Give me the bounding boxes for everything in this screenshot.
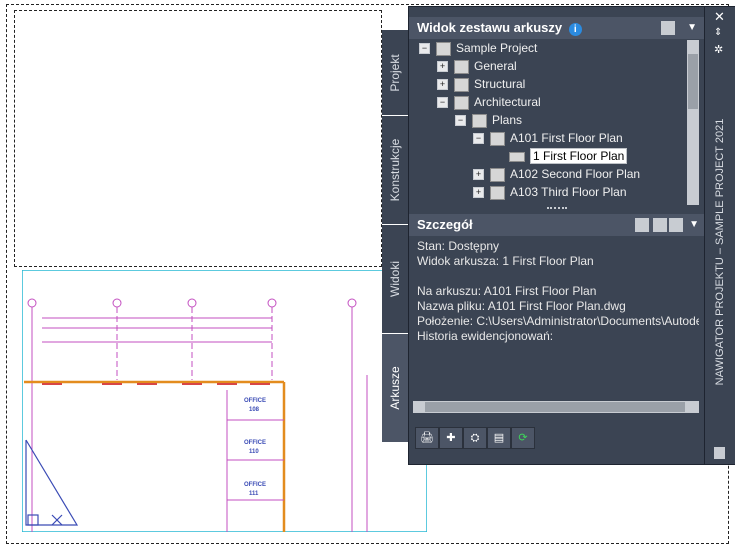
tree-node-sample-project[interactable]: − Sample Project [419,40,537,57]
preview-icon[interactable] [635,218,649,232]
auto-hide-icon[interactable]: ⇕ [714,27,722,38]
office-number-3: 111 [249,491,259,497]
subset-icon [472,113,487,128]
tab-widoki[interactable]: Widoki [382,225,408,333]
sheet-icon [490,167,505,182]
tree-node-structural[interactable]: + Structural [437,76,525,93]
details-on-sheet: Na arkuszu: A101 First Floor Plan [417,284,597,298]
sheet-set-view-header: Widok zestawu arkuszy i ▼ [409,17,705,39]
details-header: Szczegół ▼ [409,214,705,236]
tree-node-plans[interactable]: − Plans [455,112,522,129]
office-label-3: OFFICE [244,482,266,488]
palette-title-strip: ✕ ⇕ ✲ NAWIGATOR PROJEKTU – SAMPLE PROJEC… [704,6,735,465]
expand-icon[interactable]: + [473,169,484,181]
project-navigator-palette: Widok zestawu arkuszy i ▼ − Sample Projec… [408,6,706,465]
tree-scrollbar[interactable] [687,40,699,205]
tree-scrollbar-thumb[interactable] [688,54,698,109]
sheet-icon [490,131,505,146]
dropdown-arrow-icon[interactable]: ▼ [689,214,699,236]
collapse-icon[interactable]: − [437,97,448,109]
publish-button[interactable]: 🖨 [415,427,439,449]
subset-icon [454,77,469,92]
tab-arkusze[interactable]: Arkusze [382,334,408,442]
info-icon[interactable]: i [568,23,582,36]
splitter-handle[interactable] [547,207,567,213]
dropdown-arrow-icon[interactable]: ▼ [687,17,697,39]
tree-node-first-floor-view[interactable]: 1 First Floor Plan [509,148,628,165]
view-icon [509,151,525,162]
zoom-icon[interactable] [669,218,683,232]
new-sheet-button[interactable]: ✚ [439,427,463,449]
sheet-set-icon [436,41,451,56]
subset-icon [454,95,469,110]
expand-icon[interactable]: + [437,61,448,73]
properties-icon[interactable]: ✲ [714,43,723,56]
tree-node-architectural[interactable]: − Architectural [437,94,541,111]
sheet-tools-button[interactable]: ⛭ [463,427,487,449]
details-icon[interactable] [653,218,667,232]
expand-icon[interactable]: + [437,79,448,91]
sheet-inner-border [14,10,382,267]
details-history: Historia ewidencjonowań: [417,329,554,343]
refresh-button[interactable]: ⟳ [511,427,535,449]
vertical-title: NAWIGATOR PROJEKTU – SAMPLE PROJECT 2021 [714,118,726,386]
sheet-set-manager-icon[interactable] [714,447,725,459]
sheet-list-button[interactable]: ▤ [487,427,511,449]
details-title: Szczegół [417,217,473,232]
tree-node-a103[interactable]: + A103 Third Floor Plan [473,184,627,201]
sheet-set-tools-icon[interactable] [661,21,675,35]
details-status: Stan: Dostępny [417,239,500,253]
details-file-name: Nazwa pliku: A101 First Floor Plan.dwg [417,299,626,313]
collapse-icon[interactable]: − [455,115,466,127]
office-number-1: 108 [249,407,260,413]
collapse-icon[interactable]: − [473,133,484,145]
h-scrollbar-thumb[interactable] [425,402,685,412]
tree-node-a101[interactable]: − A101 First Floor Plan [473,130,623,147]
sheet-set-view-title: Widok zestawu arkuszy [417,20,563,35]
expand-icon[interactable]: + [473,187,484,199]
tab-projekt[interactable]: Projekt [382,30,408,115]
tree-node-general[interactable]: + General [437,58,517,75]
close-icon[interactable]: ✕ [714,9,725,25]
subset-icon [454,59,469,74]
floor-plan-viewport[interactable]: OFFICE 108 OFFICE 110 OFFICE 111 [22,270,427,532]
sheet-icon [490,185,505,200]
office-label-2: OFFICE [244,440,266,446]
viewport-frame [22,270,427,532]
sheet-tree[interactable]: − Sample Project + General + Structural − Ar… [413,40,685,205]
details-h-scrollbar[interactable] [413,401,699,413]
collapse-icon[interactable]: − [419,43,430,55]
office-label-1: OFFICE [244,398,266,404]
details-sheet-view: Widok arkusza: 1 First Floor Plan [417,254,594,268]
details-location: Położenie: C:\Users\Administrator\Docume… [417,314,699,328]
tab-konstrukcje[interactable]: Konstrukcje [382,116,408,224]
tree-node-a102[interactable]: + A102 Second Floor Plan [473,166,640,183]
office-number-2: 110 [249,449,259,455]
details-panel: Stan: Dostępny Widok arkusza: 1 First Fl… [417,239,699,399]
